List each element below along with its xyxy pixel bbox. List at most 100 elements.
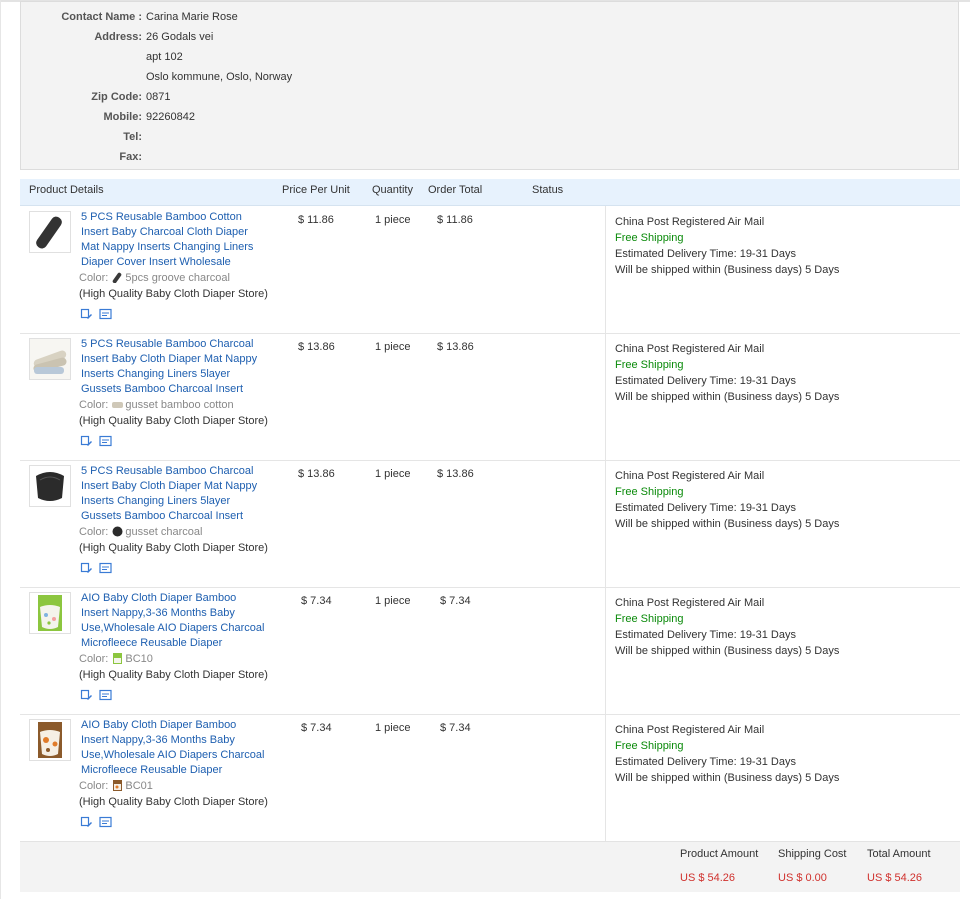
compare-icon[interactable]	[99, 562, 112, 574]
product-thumbnail[interactable]	[29, 719, 71, 761]
compare-icon[interactable]	[99, 816, 112, 828]
price-per-unit: $ 7.34	[301, 595, 332, 607]
total-amount-value: US $ 54.26	[867, 872, 923, 884]
product-thumbnail[interactable]	[29, 465, 71, 507]
product-color: Color: BC01	[79, 779, 153, 794]
product-thumbnail[interactable]	[29, 592, 71, 634]
color-value: gusset charcoal	[125, 526, 203, 538]
color-swatch-icon	[112, 399, 124, 410]
product-title-link[interactable]: 5 PCS Reusable Bamboo Cotton Insert Baby…	[81, 210, 266, 270]
ships-within: Will be shipped within (Business days) 5…	[615, 772, 840, 784]
product-color: Color: gusset bamboo cotton	[79, 398, 234, 413]
quantity: 1 piece	[375, 595, 411, 607]
header-price-per-unit: Price Per Unit	[282, 184, 350, 196]
product-title-link[interactable]: 5 PCS Reusable Bamboo Charcoal Insert Ba…	[81, 337, 266, 397]
store-name: (High Quality Baby Cloth Diaper Store)	[79, 796, 268, 808]
product-amount-label: Product Amount	[680, 848, 759, 860]
order-total: $ 13.86	[437, 468, 474, 480]
free-shipping-label: Free Shipping	[615, 232, 684, 244]
address-line-3: Oslo kommune, Oslo, Norway	[146, 71, 293, 83]
shipping-info: China Post Registered Air Mail Free Ship…	[615, 341, 839, 405]
shipping-method: China Post Registered Air Mail	[615, 343, 765, 355]
free-shipping-label: Free Shipping	[615, 740, 684, 752]
address-label: Address:	[94, 31, 142, 43]
quantity: 1 piece	[375, 722, 411, 734]
table-row: 5 PCS Reusable Bamboo Charcoal Insert Ba…	[20, 333, 960, 461]
price-per-unit: $ 13.86	[298, 341, 335, 353]
product-amount-value: US $ 54.26	[680, 872, 736, 884]
color-label: Color:	[79, 780, 109, 792]
column-divider	[605, 206, 606, 333]
shipping-method: China Post Registered Air Mail	[615, 597, 765, 609]
shipping-cost-label: Shipping Cost	[778, 848, 847, 860]
store-name: (High Quality Baby Cloth Diaper Store)	[79, 669, 268, 681]
order-total: $ 11.86	[437, 214, 473, 226]
shipping-info: China Post Registered Air Mail Free Ship…	[615, 595, 839, 659]
color-value: BC01	[125, 780, 153, 792]
price-per-unit: $ 7.34	[301, 722, 332, 734]
fax-label: Fax:	[119, 151, 142, 163]
color-swatch-icon	[112, 780, 123, 791]
table-row: AIO Baby Cloth Diaper Bamboo Insert Napp…	[20, 587, 960, 715]
color-value: BC10	[125, 653, 153, 665]
product-title-link[interactable]: 5 PCS Reusable Bamboo Charcoal Insert Ba…	[81, 464, 266, 524]
column-divider	[605, 460, 606, 587]
snapshot-icon[interactable]	[80, 816, 93, 828]
price-per-unit: $ 11.86	[298, 214, 334, 226]
store-name: (High Quality Baby Cloth Diaper Store)	[79, 542, 268, 554]
table-row: 5 PCS Reusable Bamboo Cotton Insert Baby…	[20, 206, 960, 334]
estimated-delivery: Estimated Delivery Time: 19-31 Days	[615, 756, 796, 768]
snapshot-icon[interactable]	[80, 689, 93, 701]
color-label: Color:	[79, 653, 109, 665]
free-shipping-label: Free Shipping	[615, 486, 684, 498]
ships-within: Will be shipped within (Business days) 5…	[615, 645, 840, 657]
address-line-1: 26 Godals vei	[146, 31, 214, 43]
color-value: 5pcs groove charcoal	[125, 272, 230, 284]
snapshot-icon[interactable]	[80, 562, 93, 574]
order-total: $ 13.86	[437, 341, 474, 353]
store-name: (High Quality Baby Cloth Diaper Store)	[79, 415, 268, 427]
product-thumbnail[interactable]	[29, 338, 71, 380]
color-swatch-icon	[112, 653, 123, 664]
color-label: Color:	[79, 399, 109, 411]
ships-within: Will be shipped within (Business days) 5…	[615, 264, 840, 276]
left-border	[0, 0, 1, 899]
free-shipping-label: Free Shipping	[615, 613, 684, 625]
address-line-2: apt 102	[146, 51, 183, 63]
estimated-delivery: Estimated Delivery Time: 19-31 Days	[615, 502, 796, 514]
table-row: 5 PCS Reusable Bamboo Charcoal Insert Ba…	[20, 460, 960, 588]
shipping-info: China Post Registered Air Mail Free Ship…	[615, 468, 839, 532]
color-swatch-icon	[112, 526, 123, 537]
compare-icon[interactable]	[99, 689, 112, 701]
contact-name-value: Carina Marie Rose	[146, 11, 238, 23]
product-title-link[interactable]: AIO Baby Cloth Diaper Bamboo Insert Napp…	[81, 718, 266, 778]
order-table-header: Product Details Price Per Unit Quantity …	[20, 179, 960, 206]
free-shipping-label: Free Shipping	[615, 359, 684, 371]
product-color: Color: gusset charcoal	[79, 525, 202, 540]
order-total: $ 7.34	[440, 595, 471, 607]
order-summary: Product Amount US $ 54.26 Shipping Cost …	[20, 841, 960, 892]
tel-label: Tel:	[123, 131, 142, 143]
column-divider	[605, 587, 606, 714]
store-name: (High Quality Baby Cloth Diaper Store)	[79, 288, 268, 300]
total-amount-label: Total Amount	[867, 848, 931, 860]
compare-icon[interactable]	[99, 435, 112, 447]
ships-within: Will be shipped within (Business days) 5…	[615, 518, 840, 530]
snapshot-icon[interactable]	[80, 435, 93, 447]
compare-icon[interactable]	[99, 308, 112, 320]
shipping-method: China Post Registered Air Mail	[615, 724, 765, 736]
order-total: $ 7.34	[440, 722, 471, 734]
shipping-method: China Post Registered Air Mail	[615, 216, 765, 228]
ships-within: Will be shipped within (Business days) 5…	[615, 391, 840, 403]
product-color: Color: BC10	[79, 652, 153, 667]
snapshot-icon[interactable]	[80, 308, 93, 320]
product-color: Color: 5pcs groove charcoal	[79, 271, 230, 286]
shipping-method: China Post Registered Air Mail	[615, 470, 765, 482]
quantity: 1 piece	[375, 214, 411, 226]
color-value: gusset bamboo cotton	[125, 399, 234, 411]
zip-value: 0871	[146, 91, 171, 103]
product-thumbnail[interactable]	[29, 211, 71, 253]
column-divider	[605, 714, 606, 841]
product-title-link[interactable]: AIO Baby Cloth Diaper Bamboo Insert Napp…	[81, 591, 266, 651]
shipping-address-panel: Contact Name : Carina Marie Rose Address…	[20, 1, 959, 170]
